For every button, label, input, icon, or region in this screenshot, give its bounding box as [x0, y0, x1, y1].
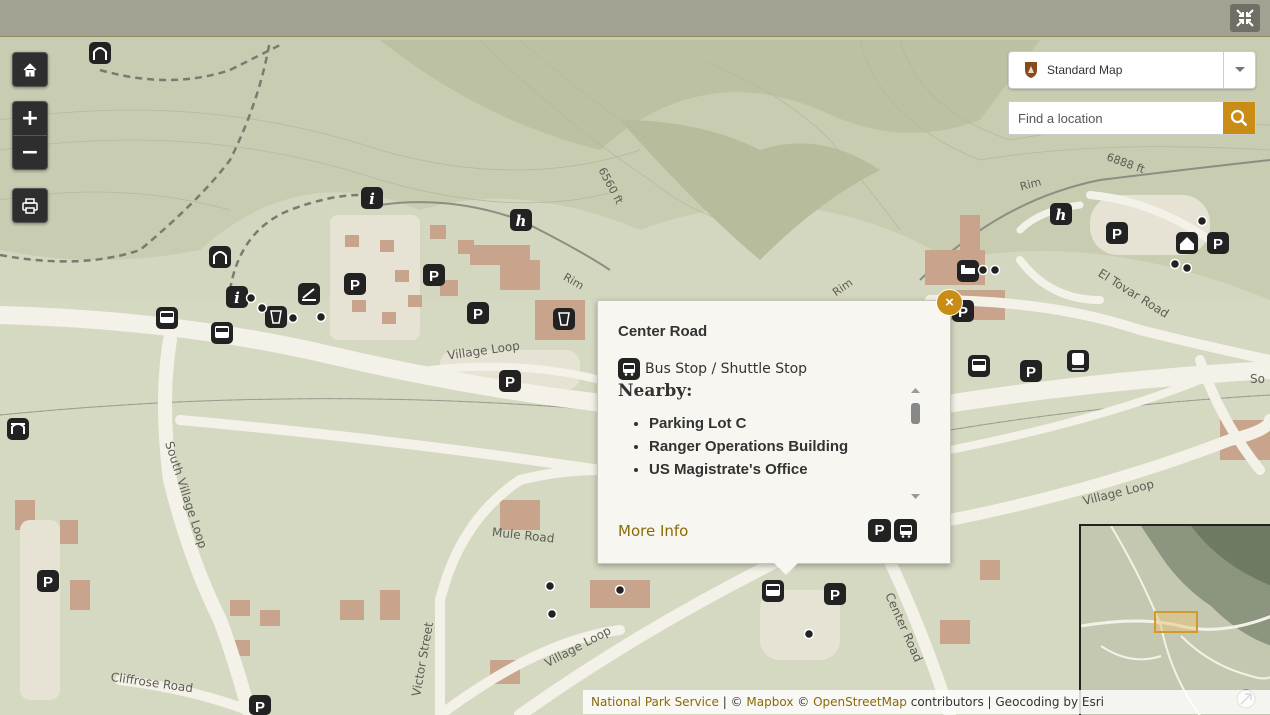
- parking-icon: P: [824, 583, 846, 605]
- tunnel-icon: [89, 42, 111, 64]
- parking-icon: P: [1106, 222, 1128, 244]
- list-item: Ranger Operations Building: [649, 438, 926, 455]
- zoom-in-button[interactable]: +: [13, 102, 47, 135]
- house-icon: [1176, 232, 1198, 254]
- overview-map[interactable]: [1079, 524, 1270, 715]
- svg-text:P: P: [1112, 226, 1122, 243]
- top-bar: [0, 0, 1270, 37]
- svg-text:h: h: [1056, 206, 1067, 224]
- feature-popup: × Center Road Bus Stop / Shuttle Stop Ne…: [597, 289, 963, 575]
- bus-icon: [211, 322, 233, 344]
- more-info-link[interactable]: More Info: [618, 522, 688, 540]
- tunnel-icon: [209, 246, 231, 268]
- popup-category-label: Bus Stop / Shuttle Stop: [645, 361, 808, 377]
- zoom-control: + −: [12, 101, 48, 170]
- printer-icon: [22, 197, 38, 214]
- hotel-icon: h: [510, 209, 532, 231]
- map-canvas[interactable]: 6560 ft 6888 ft Rim Rim Rim El Tovar Roa…: [0, 37, 1270, 715]
- mapbox-link[interactable]: Mapbox: [746, 695, 793, 709]
- svg-text:P: P: [1213, 236, 1223, 253]
- close-popup-button[interactable]: ×: [936, 289, 963, 316]
- svg-text:P: P: [505, 374, 515, 391]
- list-item: Parking Lot C: [649, 415, 926, 432]
- bus-icon: [156, 307, 178, 329]
- nps-arrowhead-icon: [1025, 62, 1037, 78]
- hotel-icon: h: [1050, 203, 1072, 225]
- basemap-select-label: Standard Map: [1047, 63, 1123, 77]
- print-control: [12, 188, 48, 223]
- parking-icon: P: [467, 302, 489, 324]
- parking-icon: P: [37, 570, 59, 592]
- parking-icon: P: [423, 264, 445, 286]
- bus-icon: [894, 519, 917, 542]
- parking-icon: P: [249, 695, 271, 715]
- attribution-sep: | ©: [718, 695, 747, 709]
- nearby-list: Parking Lot C Ranger Operations Building…: [618, 415, 926, 478]
- search-icon: [1230, 109, 1248, 127]
- popup-category: Bus Stop / Shuttle Stop: [618, 358, 807, 380]
- svg-text:h: h: [516, 212, 527, 230]
- popup-scrollbar[interactable]: [908, 384, 923, 504]
- home-icon: [23, 62, 37, 76]
- attribution-sep: ©: [793, 695, 814, 709]
- location-search: [1008, 101, 1256, 135]
- train-icon: [1067, 350, 1089, 372]
- search-input[interactable]: [1009, 102, 1223, 134]
- home-control: [12, 52, 48, 87]
- popup-amenities: P: [868, 519, 917, 542]
- svg-text:P: P: [429, 268, 439, 285]
- attribution-bar: National Park Service | © Mapbox © OpenS…: [583, 690, 1270, 714]
- nearby-heading: Nearby:: [618, 381, 693, 401]
- nps-link[interactable]: National Park Service: [591, 695, 719, 709]
- trash-icon: [553, 308, 575, 330]
- svg-text:P: P: [1026, 364, 1036, 381]
- svg-text:i: i: [369, 190, 375, 208]
- info-icon: i: [226, 286, 248, 308]
- parking-icon: P: [1020, 360, 1042, 382]
- zoom-out-button[interactable]: −: [13, 135, 47, 169]
- chevron-down-icon[interactable]: [1223, 52, 1255, 88]
- svg-text:P: P: [830, 587, 840, 604]
- popup-tip: [774, 563, 798, 575]
- basemap-select[interactable]: Standard Map: [1008, 51, 1256, 89]
- popup-scroll-area[interactable]: Nearby: Parking Lot C Ranger Operations …: [618, 381, 926, 503]
- svg-text:P: P: [43, 574, 53, 591]
- svg-text:P: P: [473, 306, 483, 323]
- svg-text:P: P: [255, 699, 265, 715]
- info-icon: i: [361, 187, 383, 209]
- svg-text:P: P: [350, 277, 360, 294]
- home-button[interactable]: [13, 53, 47, 86]
- road-label-so: So: [1250, 372, 1265, 386]
- bus-icon: [618, 358, 640, 380]
- trash-icon: [265, 306, 287, 328]
- collapse-icon: [1236, 9, 1254, 27]
- parking-icon: P: [868, 519, 891, 542]
- bus-icon: [968, 355, 990, 377]
- parking-icon: P: [1207, 232, 1229, 254]
- print-button[interactable]: [13, 189, 47, 222]
- list-item: US Magistrate's Office: [649, 461, 926, 478]
- exit-fullscreen-button[interactable]: [1230, 4, 1260, 32]
- bridge-icon: [7, 418, 29, 440]
- bus-icon: [762, 580, 784, 602]
- parking-icon: P: [344, 273, 366, 295]
- viewpoint-icon: [298, 283, 320, 305]
- parking-icon: P: [499, 370, 521, 392]
- lodging-icon: [957, 260, 979, 282]
- osm-link[interactable]: OpenStreetMap: [813, 695, 907, 709]
- attribution-text: contributors | Geocoding by Esri: [906, 695, 1104, 709]
- popup-title: Center Road: [618, 323, 708, 340]
- svg-text:i: i: [234, 289, 240, 307]
- search-button[interactable]: [1223, 102, 1255, 134]
